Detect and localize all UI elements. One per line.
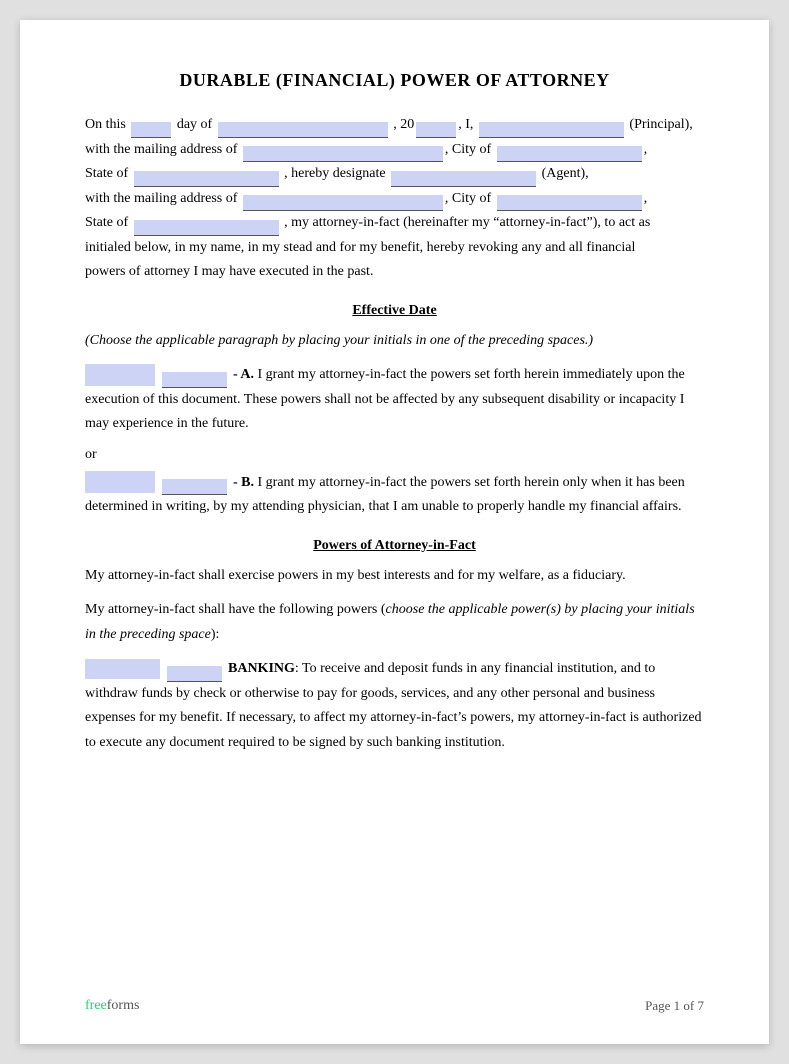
intro-line5: State of , my attorney-in-fact (hereinaf…: [85, 215, 650, 230]
page-number: Page 1 of 7: [645, 998, 704, 1014]
banking-initials-line[interactable]: [167, 666, 222, 682]
day-field[interactable]: [131, 122, 171, 138]
powers-para1: My attorney-in-fact shall exercise power…: [85, 564, 704, 589]
option-b-initials-line[interactable]: [162, 479, 227, 495]
banking-label: BANKING: [228, 661, 295, 676]
powers-heading: Powers of Attorney-in-Fact: [85, 538, 704, 554]
principal-address-field[interactable]: [243, 146, 443, 162]
option-b-initials-box[interactable]: [85, 471, 155, 493]
brand-forms: forms: [107, 998, 140, 1013]
intro-line6: initialed below, in my name, in my stead…: [85, 240, 635, 255]
or-separator: or: [85, 447, 704, 463]
intro-line2: with the mailing address of , City of ,: [85, 142, 647, 157]
page-footer: freeforms Page 1 of 7: [85, 998, 704, 1014]
document-page: DURABLE (FINANCIAL) POWER OF ATTORNEY On…: [20, 20, 769, 1044]
option-a-paragraph: - A. I grant my attorney-in-fact the pow…: [85, 363, 704, 437]
agent-state-field[interactable]: [134, 220, 279, 236]
agent-name-field[interactable]: [391, 171, 536, 187]
brand-logo: freeforms: [85, 998, 139, 1014]
brand-free: free: [85, 998, 107, 1013]
intro-line1: On this day of , 20, I, (Principal),: [85, 117, 693, 132]
banking-initials-box[interactable]: [85, 659, 160, 679]
agent-address-field[interactable]: [243, 195, 443, 211]
principal-city-field[interactable]: [497, 146, 642, 162]
effective-date-heading: Effective Date: [85, 303, 704, 319]
effective-date-instruction: (Choose the applicable paragraph by plac…: [85, 329, 704, 354]
document-title: DURABLE (FINANCIAL) POWER OF ATTORNEY: [85, 70, 704, 91]
agent-city-field[interactable]: [497, 195, 642, 211]
option-b-paragraph: - B. I grant my attorney-in-fact the pow…: [85, 471, 704, 520]
intro-line4: with the mailing address of , City of ,: [85, 191, 647, 206]
option-a-initials-line[interactable]: [162, 372, 227, 388]
principal-name-field[interactable]: [479, 122, 624, 138]
year-field[interactable]: [416, 122, 456, 138]
option-a-initials-box[interactable]: [85, 364, 155, 386]
intro-line7: powers of attorney I may have executed i…: [85, 264, 373, 279]
powers-para2: My attorney-in-fact shall have the follo…: [85, 598, 704, 647]
banking-paragraph: BANKING: To receive and deposit funds in…: [85, 657, 704, 755]
month-field[interactable]: [218, 122, 388, 138]
intro-line3: State of , hereby designate (Agent),: [85, 166, 589, 181]
intro-paragraph: On this day of , 20, I, (Principal), wit…: [85, 113, 704, 285]
principal-state-field[interactable]: [134, 171, 279, 187]
